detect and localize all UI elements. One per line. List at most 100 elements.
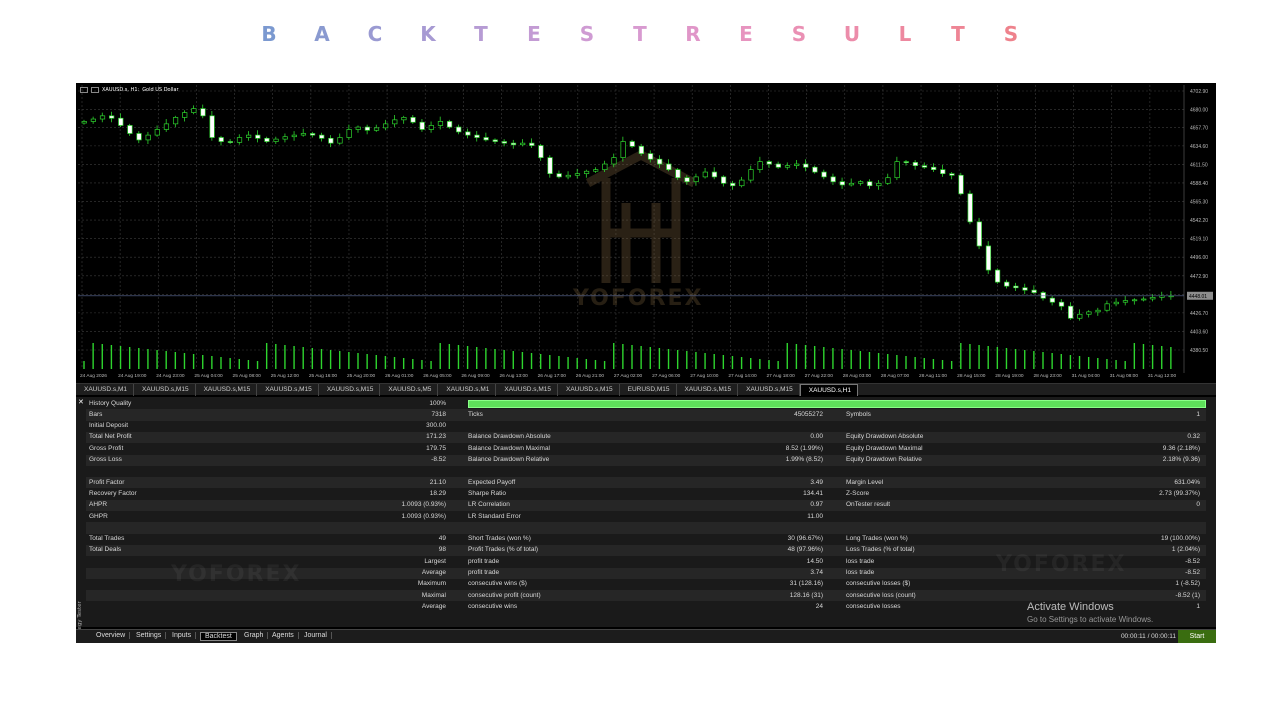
tab-backtest[interactable]: Backtest	[200, 632, 237, 641]
chart-tab[interactable]: XAUUSD.s,M15	[196, 384, 258, 396]
candle	[136, 133, 142, 141]
backtest-report: ✕ History Quality 100% Bars 7318 Ticks 450552…	[76, 397, 1216, 627]
candle	[739, 179, 745, 187]
report-value: 48 (97.96%)	[787, 546, 823, 554]
candle	[1031, 289, 1037, 293]
report-label: Recovery Factor	[89, 489, 137, 497]
report-value: 11.00	[807, 512, 823, 520]
time-label: 27 Aug 10:00	[690, 373, 719, 379]
candle	[583, 170, 590, 175]
candle	[784, 165, 791, 168]
chart-tab[interactable]: XAUUSD.s,M5	[380, 384, 439, 396]
report-value: Average	[421, 602, 446, 610]
candle	[118, 117, 124, 126]
report-row	[86, 466, 1206, 477]
report-value: Average	[421, 569, 446, 576]
tab-agents[interactable]: Agents	[268, 632, 299, 639]
time-label: 25 Aug 08:00	[233, 373, 262, 379]
tab-overview[interactable]: Overview	[92, 632, 131, 639]
report-value: 631.04%	[1174, 478, 1200, 486]
candle	[501, 141, 507, 144]
chart-tab[interactable]: EURUSD,M15	[620, 384, 677, 396]
chart-tab[interactable]: XAUUSD.s,M1	[76, 384, 134, 396]
title-letter: U	[843, 22, 861, 46]
tab-settings[interactable]: Settings	[132, 632, 167, 639]
chart-tab[interactable]: XAUUSD.s,M15	[319, 384, 381, 396]
price-chart[interactable]: 4702.90 4680.00 4657.70 4634.60 4611.50 4588.…	[76, 83, 1216, 383]
candle	[702, 171, 708, 178]
chart-tab[interactable]: XAUUSD.s,M15	[134, 384, 196, 396]
candle	[912, 162, 918, 166]
report-label: consecutive losses ($)	[846, 580, 911, 588]
tab-graph[interactable]: Graph	[240, 632, 269, 639]
candle	[657, 158, 663, 165]
candle	[392, 119, 398, 125]
chart-tab[interactable]: XAUUSD.s,M1	[438, 384, 497, 396]
watermark: YOFOREX	[171, 562, 302, 587]
candle	[1104, 303, 1110, 311]
time-label: 24 Aug 2026	[80, 373, 107, 379]
start-button[interactable]: Start	[1178, 630, 1216, 643]
price-label: 4565.30	[1190, 200, 1208, 206]
report-value: 1	[1196, 410, 1200, 418]
time-label: 27 Aug 22:00	[805, 373, 834, 379]
report-value: 0	[1196, 501, 1200, 509]
report-label: Total Net Profit	[89, 433, 132, 441]
tab-journal[interactable]: Journal	[300, 632, 332, 639]
candle	[620, 141, 626, 158]
price-label: 4472.90	[1190, 274, 1208, 280]
chart-tab[interactable]: XAUUSD.s,M15	[677, 384, 739, 396]
report-label: Total Trades	[89, 535, 125, 543]
time-label: 26 Aug 13:00	[500, 373, 529, 379]
title-letter: E	[739, 22, 753, 46]
candle	[1095, 309, 1101, 313]
title-letter: T	[474, 22, 488, 46]
candle	[465, 131, 471, 136]
report-label: History Quality	[89, 399, 132, 407]
candle	[1141, 298, 1147, 301]
candle	[1013, 285, 1019, 289]
report-value: 1.99% (8.52)	[785, 456, 823, 463]
candle	[602, 163, 608, 170]
report-value: 300.00	[426, 422, 446, 430]
report-row: GHPR 1.0093 (0.93%) LR Standard Error 11.00	[86, 511, 1206, 522]
candle	[383, 123, 389, 129]
candle	[1022, 287, 1028, 291]
report-value: -8.52	[1185, 557, 1200, 565]
candle	[994, 269, 1001, 283]
report-label: Z-Score	[846, 489, 870, 497]
watermark: YOFOREX	[996, 552, 1127, 577]
title-letter: R	[685, 22, 701, 46]
candle	[766, 161, 772, 165]
report-label: Sharpe Ratio	[468, 489, 506, 497]
close-icon[interactable]: ✕	[78, 398, 84, 406]
report-value: 2.73 (99.37%)	[1159, 489, 1200, 497]
tab-inputs[interactable]: Inputs	[168, 632, 197, 639]
report-value: 7318	[431, 410, 446, 418]
chart-tab[interactable]: XAUUSD.s,M15	[496, 384, 558, 396]
time-label: 26 Aug 21:00	[576, 373, 605, 379]
chart-window-icon	[80, 87, 88, 93]
chart-tab[interactable]: XAUUSD.s,M15	[257, 384, 319, 396]
report-label: consecutive loss (count)	[846, 591, 916, 599]
report-label: Short Trades (won %)	[468, 535, 531, 543]
watermark: YOFOREX	[572, 286, 704, 311]
report-row: Recovery Factor 18.29 Sharpe Ratio 134.41 Z-…	[86, 488, 1206, 499]
candle	[1040, 292, 1046, 299]
chart-title: XAUUSD.s, H1: Gold US Dollar	[80, 87, 179, 93]
chart-tab[interactable]: XAUUSD.s,H1	[799, 384, 858, 396]
time-label: 28 Aug 19:00	[995, 373, 1024, 379]
candle	[794, 163, 800, 166]
report-label: AHPR	[89, 501, 108, 509]
chart-tab[interactable]: XAUUSD.s,M15	[558, 384, 620, 396]
report-label: Margin Level	[846, 478, 884, 486]
candle	[90, 118, 96, 122]
report-value: -8.52	[1185, 569, 1200, 576]
candle	[985, 245, 992, 271]
chart-tab-bar: XAUUSD.s,M1 XAUUSD.s,M15 XAUUSD.s,M15 XAUUS…	[76, 383, 1216, 396]
report-value: 0.97	[810, 501, 823, 509]
report-value: 179.75	[426, 444, 446, 452]
chart-tab[interactable]: XAUUSD.s,M15	[738, 384, 800, 396]
current-price-label: 4448.01	[1189, 294, 1207, 300]
candle	[1150, 297, 1156, 300]
